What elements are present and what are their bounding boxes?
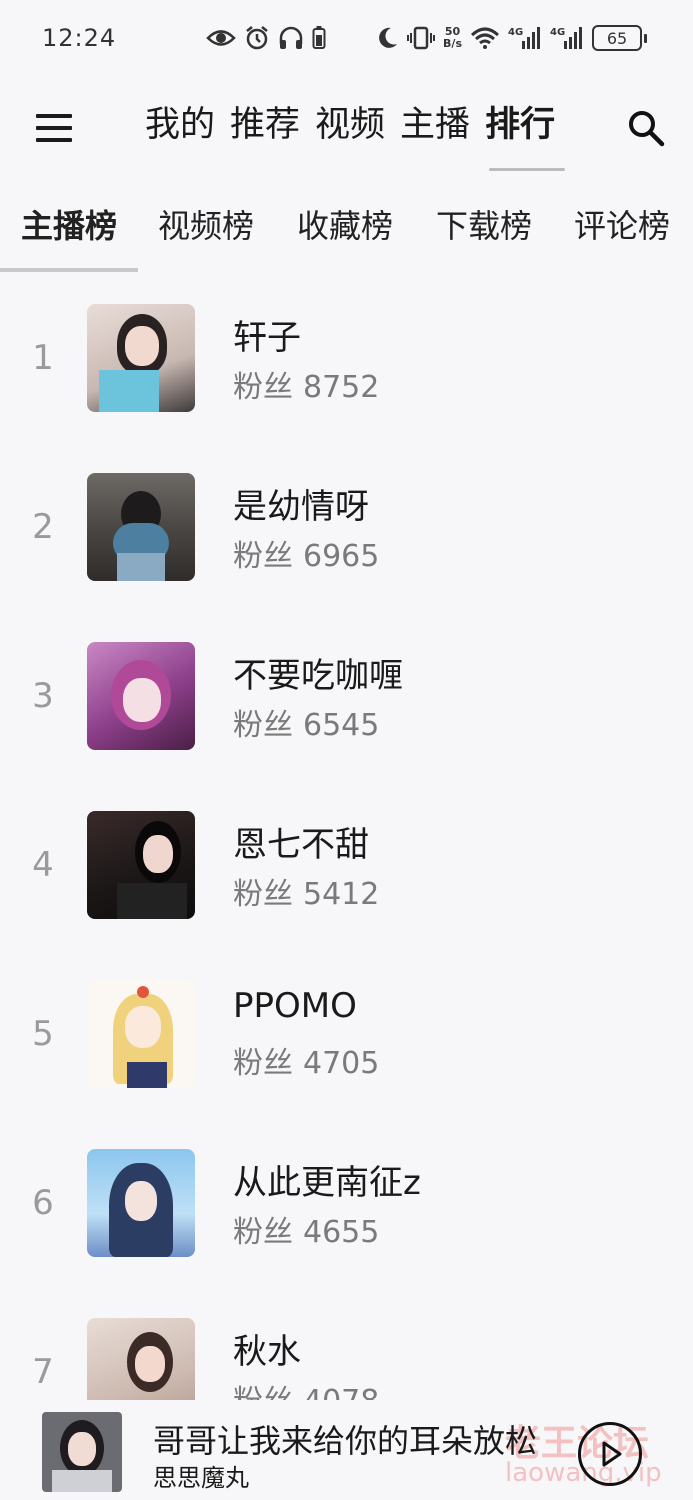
list-item[interactable]: 1 轩子 粉丝 8752	[0, 304, 693, 444]
top-nav: 我的 推荐 视频 主播 排行	[0, 78, 693, 178]
rank-number: 6	[32, 1183, 54, 1223]
streamer-name: PPOMO	[233, 986, 357, 1026]
list-item[interactable]: 4 恩七不甜 粉丝 5412	[0, 811, 693, 951]
alarm-icon	[244, 22, 270, 54]
fans-count: 粉丝 6965	[233, 539, 380, 574]
play-icon	[602, 1441, 622, 1467]
list-item[interactable]: 3 不要吃咖喱 粉丝 6545	[0, 642, 693, 782]
rank-number: 2	[32, 507, 54, 547]
fans-count: 粉丝 4705	[233, 1046, 380, 1081]
rank-number: 4	[32, 845, 54, 885]
streamer-name: 秋水	[233, 1332, 301, 1372]
avatar[interactable]	[87, 304, 195, 412]
fans-count: 粉丝 8752	[233, 370, 380, 405]
now-playing-artist: 思思魔丸	[153, 1464, 249, 1492]
play-button[interactable]	[578, 1422, 642, 1486]
streamer-name: 轩子	[233, 318, 301, 358]
status-icons-left	[206, 22, 326, 54]
battery-level: 65	[592, 25, 642, 51]
signal1-label: 4G	[508, 27, 523, 38]
active-tab-indicator	[489, 168, 565, 171]
active-subtab-indicator	[0, 268, 138, 272]
avatar[interactable]	[87, 642, 195, 750]
subtab-streamer-chart[interactable]: 主播榜	[21, 204, 117, 248]
list-item[interactable]: 2 是幼情呀 粉丝 6965	[0, 473, 693, 613]
eye-icon	[206, 22, 236, 54]
tab-ranking[interactable]: 排行	[485, 102, 555, 148]
list-item[interactable]: 6 从此更南征z 粉丝 4655	[0, 1149, 693, 1289]
tab-mine[interactable]: 我的	[145, 102, 215, 148]
signal-icon: 4G	[550, 22, 584, 54]
signal-icon: 4G	[508, 22, 542, 54]
tab-streamer[interactable]: 主播	[400, 102, 470, 148]
rank-number: 5	[32, 1014, 54, 1054]
battery-mini-icon	[312, 22, 326, 54]
streamer-name: 从此更南征z	[233, 1163, 421, 1203]
nav-tabs: 我的 推荐 视频 主播 排行	[145, 102, 555, 148]
subtab-favorites-chart[interactable]: 收藏榜	[297, 204, 393, 248]
fans-count: 粉丝 4655	[233, 1215, 380, 1250]
subtab-comment-chart[interactable]: 评论榜	[574, 204, 670, 248]
battery-indicator: 65	[592, 25, 647, 51]
rank-number: 7	[32, 1352, 54, 1392]
subtab-video-chart[interactable]: 视频榜	[158, 204, 254, 248]
avatar[interactable]	[87, 811, 195, 919]
rank-number: 1	[32, 338, 54, 378]
tab-recommend[interactable]: 推荐	[230, 102, 300, 148]
now-playing-cover[interactable]	[42, 1412, 122, 1492]
subtab-download-chart[interactable]: 下载榜	[436, 204, 532, 248]
headphones-icon	[278, 22, 304, 54]
avatar[interactable]	[87, 980, 195, 1088]
signal2-label: 4G	[550, 27, 565, 38]
status-time: 12:24	[42, 24, 117, 52]
list-item[interactable]: 5 PPOMO 粉丝 4705	[0, 980, 693, 1120]
status-icons-right: 50 B/s 4G 4G 65	[377, 22, 647, 54]
streamer-name: 是幼情呀	[233, 487, 369, 527]
now-playing-title: 哥哥让我来给你的耳朵放松	[153, 1422, 538, 1460]
fans-count: 粉丝 6545	[233, 708, 380, 743]
avatar[interactable]	[87, 473, 195, 581]
moon-icon	[377, 22, 399, 54]
avatar[interactable]	[87, 1149, 195, 1257]
hamburger-menu-icon[interactable]	[36, 114, 72, 142]
ranking-sub-tabs: 主播榜 视频榜 收藏榜 下载榜 评论榜	[0, 190, 693, 274]
search-icon[interactable]	[626, 108, 666, 148]
battery-tip	[644, 33, 647, 43]
fans-count: 粉丝 5412	[233, 877, 380, 912]
streamer-name: 不要吃咖喱	[233, 656, 403, 696]
streamer-name: 恩七不甜	[233, 825, 369, 865]
wifi-icon	[470, 22, 500, 54]
vibrate-icon	[407, 22, 436, 54]
status-bar: 12:24 50 B/s 4G 4G 65	[0, 0, 693, 78]
tab-video[interactable]: 视频	[315, 102, 385, 148]
net-speed: 50 B/s	[443, 25, 462, 50]
mini-player[interactable]: 老王论坛 laowang.vip 哥哥让我来给你的耳朵放松 思思魔丸	[0, 1400, 693, 1500]
rank-number: 3	[32, 676, 54, 716]
